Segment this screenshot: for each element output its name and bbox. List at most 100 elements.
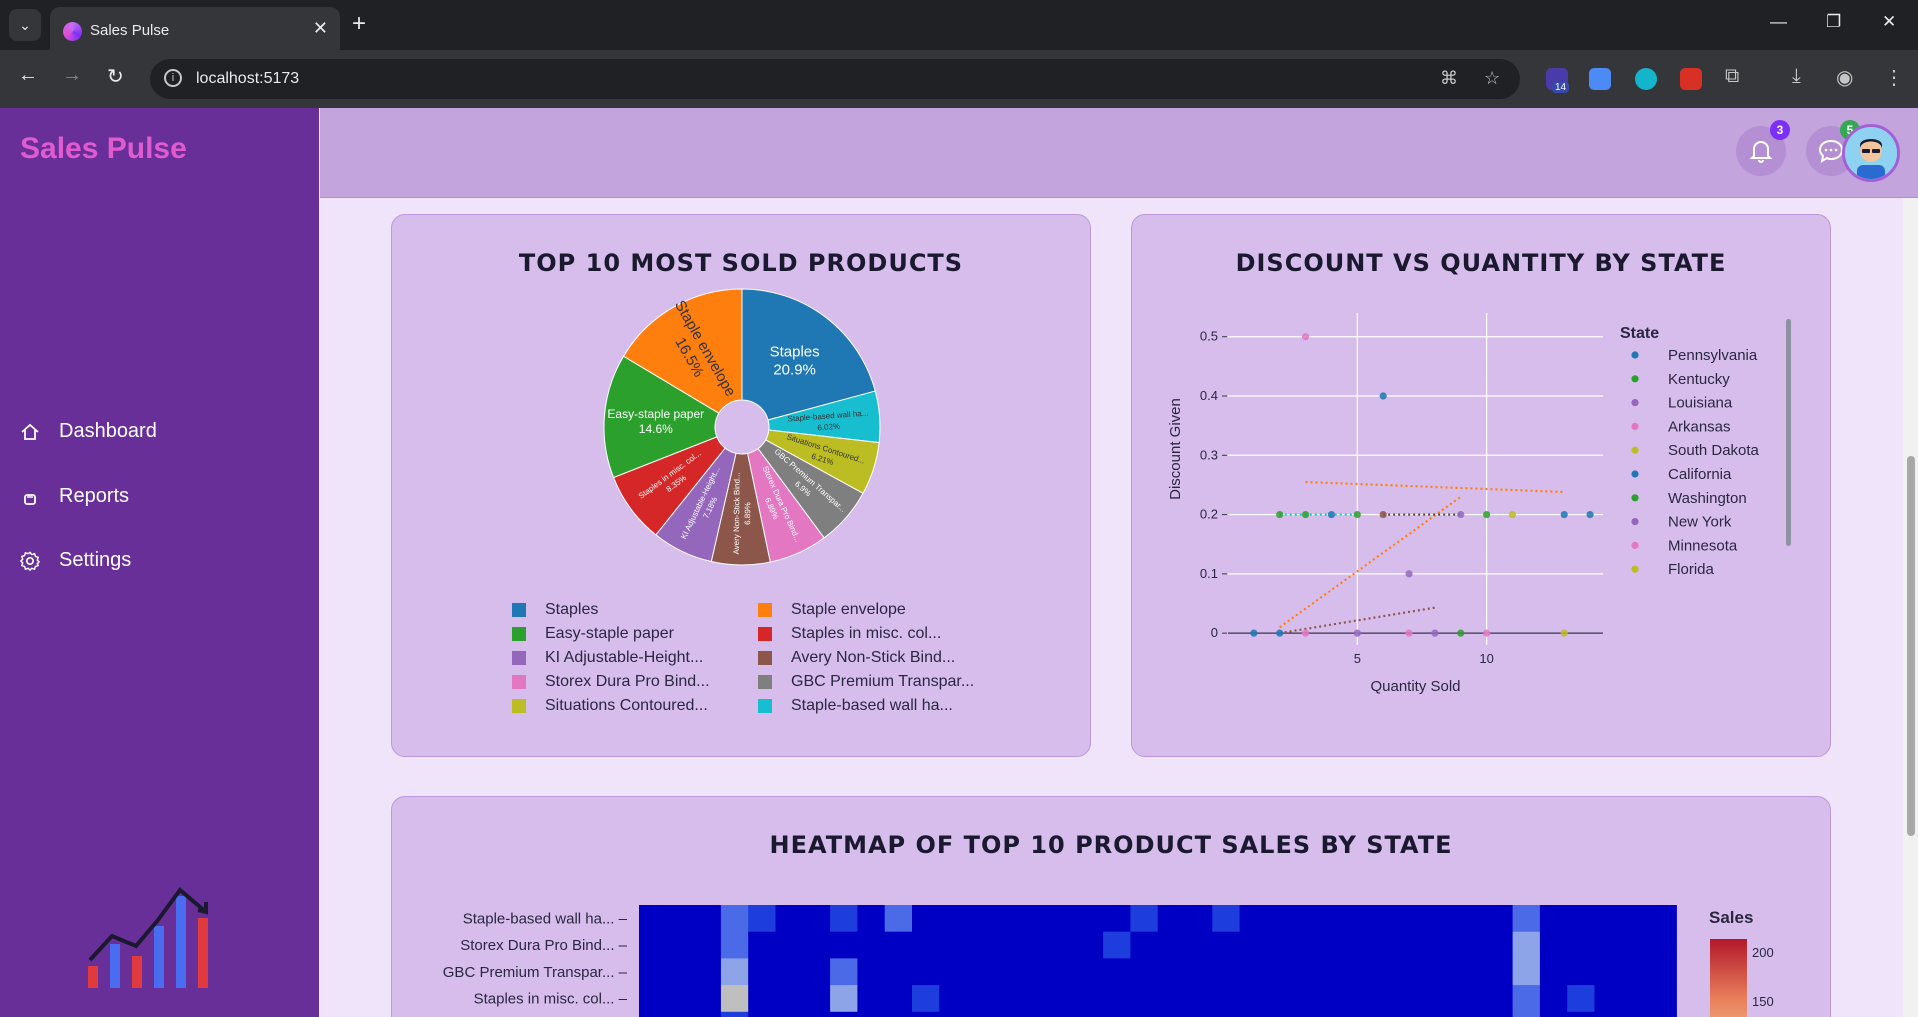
heatmap-cell[interactable]	[1430, 1011, 1459, 1017]
heatmap-cell[interactable]	[830, 958, 858, 986]
heatmap-cell[interactable]	[1212, 1011, 1241, 1017]
heatmap-cell[interactable]	[802, 958, 831, 986]
scatter-legend-item[interactable]: New York	[1668, 514, 1732, 531]
heatmap-cell[interactable]	[1348, 905, 1377, 933]
heatmap-cell[interactable]	[1430, 931, 1459, 959]
heatmap-cell[interactable]	[720, 985, 749, 1013]
pie-legend-item[interactable]: Staples	[512, 601, 598, 619]
close-tab-icon[interactable]: ✕	[313, 18, 328, 39]
notifications-button[interactable]: 3	[1736, 120, 1790, 176]
heatmap-cell[interactable]	[1103, 985, 1131, 1013]
heatmap-cell[interactable]	[1294, 1011, 1322, 1017]
address-bar[interactable]: i localhost:5173 ⌘ ☆	[150, 59, 1520, 99]
heatmap-cell[interactable]	[1130, 905, 1159, 933]
heatmap-cell[interactable]	[666, 905, 695, 933]
heatmap-cell[interactable]	[639, 1011, 667, 1017]
heatmap-cell[interactable]	[1376, 958, 1404, 986]
heatmap-cell[interactable]	[993, 1011, 1022, 1017]
heatmap-cell[interactable]	[1430, 905, 1459, 933]
heatmap-cell[interactable]	[857, 1011, 886, 1017]
heatmap-cell[interactable]	[966, 905, 995, 933]
heatmap-cell[interactable]	[639, 905, 667, 933]
heatmap-cell[interactable]	[720, 931, 749, 959]
heatmap-cell[interactable]	[748, 1011, 776, 1017]
heatmap-cell[interactable]	[1130, 1011, 1159, 1017]
scatter-point[interactable]	[1301, 629, 1310, 637]
heatmap-cell[interactable]	[1075, 905, 1104, 933]
heatmap-cell[interactable]	[857, 958, 886, 986]
scatter-point[interactable]	[1560, 510, 1568, 519]
heatmap-cell[interactable]	[1048, 1011, 1077, 1017]
heatmap-cell[interactable]	[1348, 931, 1377, 959]
scatter-legend-item[interactable]: Minnesota	[1668, 537, 1738, 554]
reload-button[interactable]: ↻	[107, 64, 124, 89]
download-icon[interactable]: ⤓	[1792, 65, 1801, 88]
heatmap-cell[interactable]	[1649, 985, 1677, 1013]
heatmap-cell[interactable]	[1430, 958, 1459, 986]
heatmap-cell[interactable]	[1485, 1011, 1514, 1017]
heatmap-cell[interactable]	[775, 905, 804, 933]
heatmap-cell[interactable]	[1649, 958, 1677, 986]
heatmap-cell[interactable]	[1048, 905, 1077, 933]
sidebar-item-dashboard[interactable]: Dashboard	[20, 420, 157, 443]
heatmap-cell[interactable]	[993, 985, 1022, 1013]
heatmap-cell[interactable]	[1321, 985, 1350, 1013]
heatmap-cell[interactable]	[748, 985, 776, 1013]
heatmap-cell[interactable]	[1458, 985, 1486, 1013]
heatmap-cell[interactable]	[1212, 958, 1241, 986]
heatmap-cell[interactable]	[693, 958, 722, 986]
scatter-point[interactable]	[1431, 629, 1439, 637]
heatmap-cell[interactable]	[1021, 1011, 1049, 1017]
heatmap-cell[interactable]	[1539, 958, 1568, 986]
heatmap-cell[interactable]	[1157, 931, 1186, 959]
heatmap-cell[interactable]	[1649, 1011, 1677, 1017]
heatmap-cell[interactable]	[1567, 905, 1595, 933]
scatter-point[interactable]	[1250, 629, 1258, 637]
legend-scrollbar[interactable]	[1786, 319, 1791, 546]
heatmap-cell[interactable]	[693, 1011, 722, 1017]
heatmap-cell[interactable]	[1458, 1011, 1486, 1017]
close-window-button[interactable]: ✕	[1882, 12, 1896, 32]
scatter-legend-item[interactable]: Kentucky	[1668, 371, 1730, 388]
heatmap-cell[interactable]	[1239, 905, 1268, 933]
heatmap-cell[interactable]	[1266, 985, 1295, 1013]
red-extension-icon[interactable]	[1680, 68, 1702, 90]
heatmap-cell[interactable]	[1157, 985, 1186, 1013]
heatmap-cell[interactable]	[1157, 958, 1186, 986]
scatter-legend-item[interactable]: Washington	[1668, 490, 1747, 507]
heatmap-cell[interactable]	[1239, 958, 1268, 986]
heatmap-cell[interactable]	[1130, 958, 1159, 986]
scatter-point[interactable]	[1276, 629, 1284, 637]
heatmap-cell[interactable]	[1403, 985, 1432, 1013]
heatmap-cell[interactable]	[1539, 905, 1568, 933]
heatmap-cell[interactable]	[939, 905, 968, 933]
heatmap-cell[interactable]	[720, 905, 749, 933]
heatmap-cell[interactable]	[966, 931, 995, 959]
pie-legend-item[interactable]: Staple-based wall ha...	[758, 697, 953, 715]
heatmap-cell[interactable]	[1266, 905, 1295, 933]
heatmap-cell[interactable]	[1512, 905, 1541, 933]
heatmap-cell[interactable]	[802, 985, 831, 1013]
site-info-icon[interactable]: i	[164, 69, 182, 87]
heatmap-cell[interactable]	[748, 905, 776, 933]
scatter-point[interactable]	[1483, 629, 1491, 637]
heatmap-cell[interactable]	[1539, 1011, 1568, 1017]
sidebar-item-settings[interactable]: Settings	[20, 549, 131, 572]
heatmap-cell[interactable]	[1594, 958, 1623, 986]
heatmap-cell[interactable]	[1185, 1011, 1213, 1017]
heatmap-cell[interactable]	[639, 931, 667, 959]
heatmap-cell[interactable]	[1075, 931, 1104, 959]
heatmap-cell[interactable]	[693, 905, 722, 933]
heatmap-cell[interactable]	[1458, 931, 1486, 959]
back-button[interactable]: ←	[18, 64, 38, 87]
heatmap-cell[interactable]	[1103, 905, 1131, 933]
bookmark-star-icon[interactable]: ☆	[1484, 68, 1500, 89]
heatmap-cell[interactable]	[1567, 958, 1595, 986]
heatmap-cell[interactable]	[1075, 1011, 1104, 1017]
translate-extension-icon[interactable]	[1589, 68, 1611, 90]
heatmap-cell[interactable]	[1430, 985, 1459, 1013]
heatmap-cell[interactable]	[1512, 958, 1541, 986]
scatter-legend-item[interactable]: South Dakota	[1668, 442, 1760, 459]
scatter-point[interactable]	[1353, 510, 1361, 519]
heatmap-cell[interactable]	[775, 931, 804, 959]
